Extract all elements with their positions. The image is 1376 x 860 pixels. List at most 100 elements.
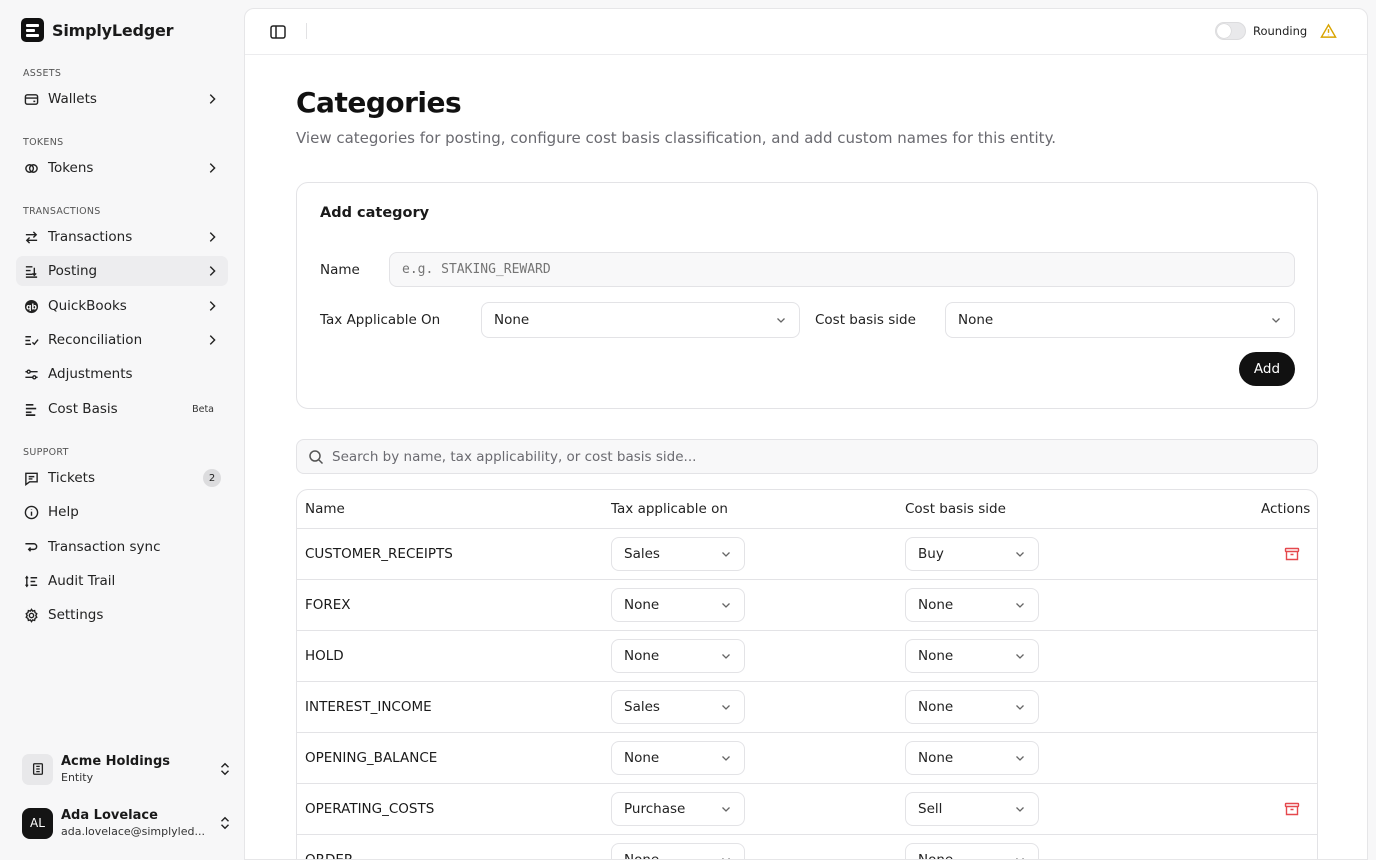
sidebar-item-settings[interactable]: Settings: [16, 600, 228, 630]
brand-name: SimplyLedger: [52, 20, 174, 40]
section-label-support: SUPPORT: [23, 447, 69, 458]
category-name: CUSTOMER_RECEIPTS: [305, 546, 453, 562]
cost-basis-select[interactable]: None: [945, 302, 1295, 338]
category-name: ORDER: [305, 852, 354, 860]
user-email: ada.lovelace@simplyled...: [61, 825, 205, 838]
tax-applicable-select[interactable]: None: [481, 302, 800, 338]
rounding-toggle[interactable]: [1215, 22, 1246, 40]
building-icon: [22, 753, 53, 785]
row-cost-basis-select[interactable]: None: [905, 741, 1039, 775]
entity-type: Entity: [61, 771, 94, 784]
search-bar[interactable]: [296, 439, 1318, 474]
sidebar-item-label: Audit Trail: [48, 573, 116, 589]
chevron-down-icon: [1016, 654, 1024, 659]
sync-icon: [24, 540, 39, 555]
category-name: OPERATING_COSTS: [305, 801, 435, 817]
sidebar-item-help[interactable]: Help: [16, 497, 228, 527]
sidebar-item-audit-trail[interactable]: Audit Trail: [16, 566, 228, 596]
select-value: None: [624, 852, 660, 860]
sidebar-item-posting[interactable]: Posting: [16, 256, 228, 286]
chevron-down-icon: [722, 603, 730, 608]
topbar-divider: [306, 23, 307, 39]
add-category-title: Add category: [320, 205, 430, 221]
select-value: Buy: [918, 546, 944, 562]
chevron-down-icon: [1016, 858, 1024, 859]
sidebar-item-wallets[interactable]: Wallets: [16, 84, 228, 114]
sidebar-toggle-icon[interactable]: [269, 23, 287, 41]
brand[interactable]: SimplyLedger: [21, 18, 174, 42]
info-icon: [24, 505, 39, 520]
sidebar-item-tickets[interactable]: Tickets 2: [16, 463, 228, 493]
chevron-down-icon: [1016, 756, 1024, 761]
select-value: Sales: [624, 699, 660, 715]
categories-table: Name Tax applicable on Cost basis side A…: [296, 489, 1318, 860]
sidebar-item-quickbooks[interactable]: qb QuickBooks: [16, 291, 228, 321]
chevron-down-icon: [722, 756, 730, 761]
warning-icon[interactable]: [1320, 23, 1337, 39]
chevron-down-icon: [722, 552, 730, 557]
row-cost-basis-select[interactable]: None: [905, 588, 1039, 622]
sidebar-item-label: Help: [48, 504, 79, 520]
row-tax-select[interactable]: Sales: [611, 537, 745, 571]
select-value: None: [494, 312, 530, 328]
row-cost-basis-select[interactable]: None: [905, 843, 1039, 859]
row-tax-select[interactable]: None: [611, 843, 745, 860]
coins-icon: [24, 161, 39, 176]
row-cost-basis-select[interactable]: Sell: [905, 792, 1039, 826]
main-panel: Rounding Categories View categories for …: [244, 8, 1368, 860]
row-cost-basis-select[interactable]: None: [905, 690, 1039, 724]
wallet-icon: [24, 92, 39, 107]
sidebar-item-reconciliation[interactable]: Reconciliation: [16, 325, 228, 355]
chevron-down-icon: [722, 807, 730, 812]
row-tax-select[interactable]: None: [611, 741, 745, 775]
row-tax-select[interactable]: None: [611, 588, 745, 622]
svg-text:qb: qb: [26, 302, 37, 311]
category-name: OPENING_BALANCE: [305, 750, 438, 766]
select-value: None: [918, 750, 954, 766]
row-cost-basis-select[interactable]: Buy: [905, 537, 1039, 571]
row-tax-select[interactable]: Purchase: [611, 792, 745, 826]
category-name-input[interactable]: [389, 252, 1295, 287]
chevrons-up-down-icon: [221, 816, 229, 830]
chevron-down-icon: [1016, 807, 1024, 812]
chevron-down-icon: [722, 705, 730, 710]
audit-list-icon: [24, 574, 39, 589]
chevron-right-icon: [209, 266, 216, 276]
rounding-label: Rounding: [1253, 24, 1308, 38]
select-value: None: [918, 648, 954, 664]
entity-switcher[interactable]: Acme Holdings Entity: [22, 751, 232, 787]
user-menu[interactable]: AL Ada Lovelace ada.lovelace@simplyled..…: [22, 805, 232, 841]
tickets-count-badge: 2: [203, 469, 221, 487]
sidebar-item-label: Transactions: [48, 229, 133, 245]
add-category-button[interactable]: Add: [1239, 352, 1295, 386]
section-label-tokens: TOKENS: [23, 137, 64, 148]
sidebar-item-cost-basis[interactable]: Cost Basis Beta: [16, 394, 228, 424]
search-icon: [309, 449, 324, 464]
table-row: CUSTOMER_RECEIPTS Sales Buy: [297, 529, 1317, 580]
row-tax-select[interactable]: None: [611, 639, 745, 673]
page-title: Categories: [296, 86, 462, 119]
chevron-down-icon: [722, 654, 730, 659]
sidebar-item-transaction-sync[interactable]: Transaction sync: [16, 532, 228, 562]
chevron-down-icon: [1016, 552, 1024, 557]
row-tax-select[interactable]: Sales: [611, 690, 745, 724]
sidebar-item-transactions[interactable]: Transactions: [16, 222, 228, 252]
sidebar-item-label: Tokens: [48, 160, 94, 176]
search-input[interactable]: [332, 448, 1317, 465]
chevrons-up-down-icon: [221, 762, 229, 776]
category-name: HOLD: [305, 648, 344, 664]
archive-icon[interactable]: [1284, 546, 1300, 562]
row-cost-basis-select[interactable]: None: [905, 639, 1039, 673]
select-value: None: [624, 750, 660, 766]
sidebar-item-adjustments[interactable]: Adjustments: [16, 359, 228, 389]
sidebar-item-label: QuickBooks: [48, 298, 127, 314]
sidebar-item-tokens[interactable]: Tokens: [16, 153, 228, 183]
archive-icon[interactable]: [1284, 801, 1300, 817]
user-name: Ada Lovelace: [61, 808, 158, 823]
table-row: ORDER None None: [297, 835, 1317, 860]
entity-name: Acme Holdings: [61, 754, 170, 769]
select-value: Sales: [624, 546, 660, 562]
sidebar-item-label: Posting: [48, 263, 98, 279]
chevron-down-icon: [777, 318, 785, 323]
table-row: FOREX None None: [297, 580, 1317, 631]
